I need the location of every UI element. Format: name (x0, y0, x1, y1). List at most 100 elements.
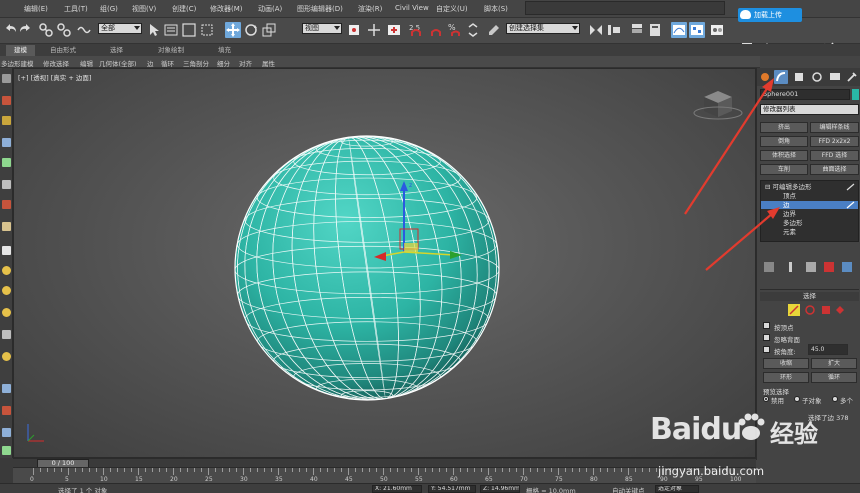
menu-animation[interactable]: 动画(A) (258, 4, 282, 14)
menu-edit[interactable]: 编辑(E) (24, 4, 48, 14)
menu-graph-editors[interactable]: 图形编辑器(D) (297, 4, 343, 14)
layer-manager-icon[interactable] (629, 22, 645, 38)
create-tab-icon[interactable] (758, 70, 772, 84)
stack-polygon[interactable]: 多边形 (761, 219, 858, 227)
menu-create[interactable]: 创建(C) (172, 4, 196, 14)
scale-icon[interactable] (261, 22, 277, 38)
perspective-viewport[interactable]: [+] [透视] [真实 + 边面] z (13, 68, 756, 458)
ignore-backfacing-checkbox[interactable] (763, 334, 770, 341)
show-end-result-icon[interactable] (789, 262, 792, 272)
sub-subdivision[interactable]: 细分 (217, 58, 230, 68)
sphere-object[interactable] (218, 119, 516, 417)
keyboard-shortcut-icon[interactable] (386, 22, 402, 38)
tab-populate[interactable]: 填充 (210, 45, 239, 56)
menu-customize[interactable]: 自定义(U) (436, 4, 468, 14)
menu-modifiers[interactable]: 修改器(M) (210, 4, 243, 14)
edit-named-sets-icon[interactable] (486, 22, 502, 38)
window-crossing-icon[interactable] (199, 22, 215, 38)
stack-border[interactable]: 边界 (761, 210, 858, 218)
make-unique-icon[interactable] (806, 262, 816, 272)
unlink-icon[interactable] (56, 22, 72, 38)
angle-value-field[interactable]: 45.0 (808, 344, 848, 355)
tool-cut-icon[interactable] (2, 180, 11, 189)
preview-subobject-radio[interactable] (794, 396, 800, 402)
rotate-icon[interactable] (243, 22, 259, 38)
volume-select-button[interactable]: 体积选择 (760, 150, 808, 161)
ring-button[interactable]: 环形 (763, 372, 809, 383)
loop-button[interactable]: 循环 (811, 372, 857, 383)
tool-extrude-icon[interactable] (2, 200, 11, 209)
tool-cone-icon[interactable] (2, 330, 11, 339)
curve-editor-icon[interactable] (671, 22, 687, 38)
lathe-button[interactable]: 车削 (760, 164, 808, 175)
bind-spacewarp-icon[interactable] (76, 22, 92, 38)
track-bar[interactable]: 0 5 10 15 20 25 30 35 40 45 50 55 60 65 70 75 80 85 90 95 10… (13, 467, 756, 483)
stack-element[interactable]: 元素 (761, 228, 858, 236)
menu-civil-view[interactable]: Civil View (395, 4, 429, 12)
tool-relax-icon[interactable] (2, 406, 11, 415)
bevel-button[interactable]: 倒角 (760, 136, 808, 147)
pivot-center-icon[interactable] (346, 22, 362, 38)
search-box[interactable] (525, 1, 725, 15)
by-angle-checkbox[interactable] (763, 346, 770, 353)
selection-filter-select[interactable]: 全部 (98, 23, 142, 34)
configure-sets-icon[interactable] (842, 262, 852, 272)
tool-box-icon[interactable] (2, 246, 11, 255)
tool-vertex-icon[interactable] (2, 74, 11, 83)
tab-object-paint[interactable]: 对象绘制 (150, 45, 192, 56)
select-by-name-icon[interactable] (163, 22, 179, 38)
tool-bevel-icon[interactable] (2, 222, 11, 231)
sub-modify-selection[interactable]: 修改选择 (43, 58, 69, 68)
stack-vertex[interactable]: 顶点 (761, 192, 858, 200)
schematic-view-icon[interactable] (689, 22, 705, 38)
tool-sphere-icon[interactable] (2, 266, 11, 275)
object-color-swatch[interactable] (852, 89, 859, 100)
menu-tools[interactable]: 工具(T) (64, 4, 88, 14)
motion-tab-icon[interactable] (810, 70, 824, 84)
angle-snap-icon[interactable] (428, 22, 444, 38)
percent-snap-icon[interactable]: % (446, 22, 462, 38)
move-icon[interactable] (225, 22, 241, 38)
surface-select-button[interactable]: 曲面选择 (810, 164, 859, 175)
by-vertex-checkbox[interactable] (763, 322, 770, 329)
edge-select-icon[interactable] (788, 304, 800, 316)
login-button[interactable]: 加载上传 (738, 8, 802, 22)
selected-objects-select[interactable]: 选定对象 (655, 485, 699, 493)
object-name-field[interactable]: Sphere001 (760, 89, 850, 100)
ref-coord-select[interactable]: 视图 (302, 23, 342, 34)
sub-edit[interactable]: 编辑 (80, 58, 93, 68)
stack-editable-poly[interactable]: ⊟ 可编辑多边形 (761, 183, 858, 191)
y-coordinate-field[interactable]: Y: 54.517mm (428, 485, 476, 493)
material-editor-icon[interactable] (709, 22, 725, 38)
viewcube[interactable] (693, 91, 743, 120)
spinner-snap-icon[interactable] (465, 22, 481, 38)
sub-align[interactable]: 对齐 (239, 58, 252, 68)
rect-selection-icon[interactable] (181, 22, 197, 38)
sub-properties[interactable]: 属性 (262, 58, 275, 68)
modifier-list-select[interactable]: 修改器列表 (760, 104, 859, 115)
tool-cylinder-icon[interactable] (2, 286, 11, 295)
hierarchy-tab-icon[interactable] (792, 70, 806, 84)
select-manipulate-icon[interactable] (366, 22, 382, 38)
undo-icon[interactable] (2, 22, 18, 38)
border-select-icon[interactable] (804, 304, 816, 316)
tool-edge-icon[interactable] (2, 116, 11, 125)
pin-stack-icon[interactable] (764, 262, 774, 272)
edit-spline-button[interactable]: 编辑样条线 (810, 122, 859, 133)
menu-views[interactable]: 视图(V) (132, 4, 156, 14)
snap-toggle-icon[interactable]: 2.5 (408, 22, 424, 38)
remove-modifier-icon[interactable] (824, 262, 834, 272)
selection-rollout-title[interactable]: 选择 (760, 292, 859, 301)
sub-edges[interactable]: 边 (147, 58, 154, 68)
auto-key-label[interactable]: 自动关键点 (612, 485, 645, 493)
modify-tab-icon[interactable] (774, 70, 788, 84)
preview-multi-radio[interactable] (832, 396, 838, 402)
tool-geosphere-icon[interactable] (2, 352, 11, 361)
sub-loops[interactable]: 循环 (161, 58, 174, 68)
scene-explorer-icon[interactable] (647, 22, 663, 38)
tab-modeling[interactable]: 建模 (6, 45, 35, 56)
tool-shift-icon[interactable] (2, 428, 11, 437)
time-slider[interactable]: 0 / 100 (13, 458, 756, 468)
light-bulb-icon[interactable] (846, 183, 856, 191)
tool-flatten-icon[interactable] (2, 446, 11, 455)
